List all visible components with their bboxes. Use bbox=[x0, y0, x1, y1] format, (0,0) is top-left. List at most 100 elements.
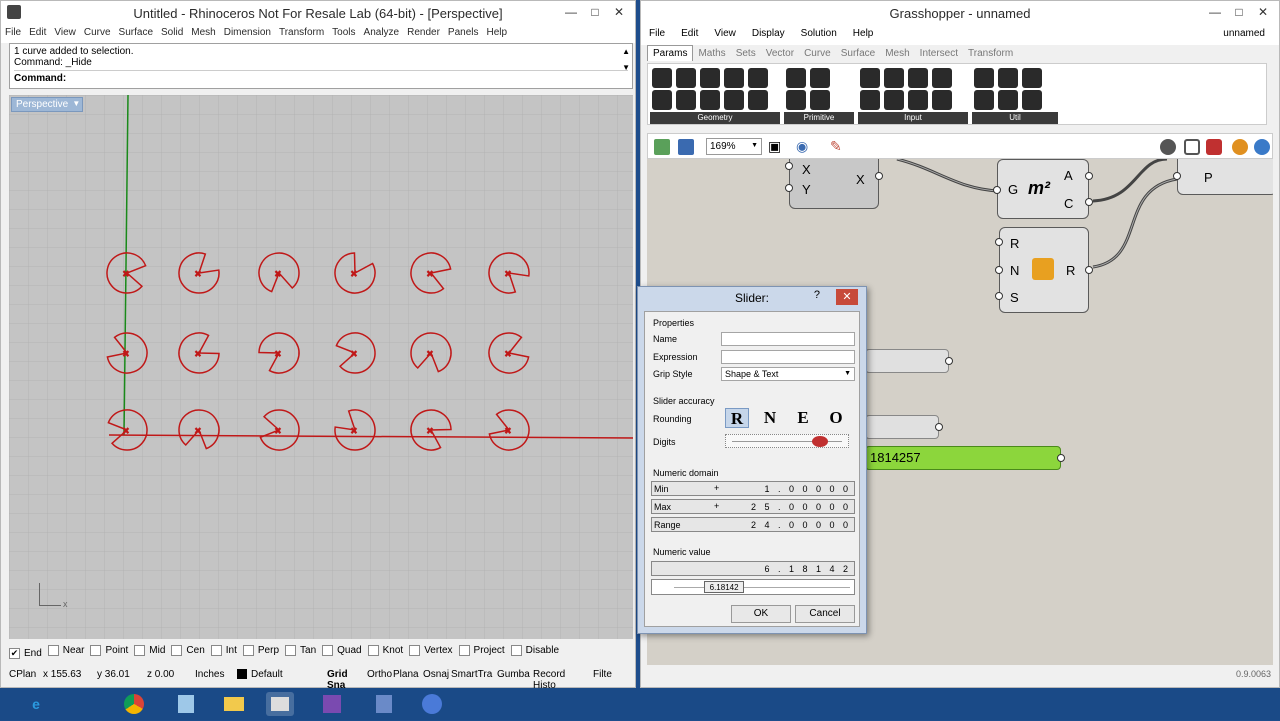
output-pin[interactable] bbox=[1085, 198, 1093, 206]
component-icon[interactable] bbox=[786, 90, 806, 110]
digits-grip[interactable] bbox=[812, 436, 828, 447]
checkbox[interactable] bbox=[47, 645, 59, 656]
checkbox[interactable] bbox=[171, 645, 183, 656]
gh-menu-solution[interactable]: Solution bbox=[793, 25, 845, 42]
menu-item-tools[interactable]: Tools bbox=[328, 25, 359, 40]
input-pin[interactable] bbox=[995, 266, 1003, 274]
menu-item-dimension[interactable]: Dimension bbox=[220, 25, 275, 40]
cancel-button[interactable]: Cancel bbox=[795, 605, 855, 623]
component-icon[interactable] bbox=[884, 90, 904, 110]
wireframe-icon[interactable] bbox=[1184, 139, 1200, 155]
save-icon[interactable] bbox=[678, 139, 694, 155]
menu-item-analyze[interactable]: Analyze bbox=[360, 25, 404, 40]
component-icon[interactable] bbox=[974, 90, 994, 110]
osnap-cen[interactable]: Cen bbox=[171, 645, 205, 656]
output-pin[interactable] bbox=[945, 357, 953, 365]
input-pin[interactable] bbox=[995, 292, 1003, 300]
osnap-project[interactable]: Project bbox=[458, 645, 505, 656]
checkbox[interactable] bbox=[458, 645, 470, 656]
component-icon[interactable] bbox=[932, 68, 952, 88]
status-toggle[interactable]: Gumba bbox=[497, 669, 530, 680]
material-icon[interactable] bbox=[1232, 139, 1248, 155]
checkbox[interactable] bbox=[409, 645, 421, 656]
value-row[interactable]: 6 . 1 8 1 4 2 bbox=[651, 561, 855, 576]
active-slider-component[interactable]: 1814257 bbox=[865, 446, 1065, 470]
tab-surface[interactable]: Surface bbox=[836, 46, 880, 61]
input-pin[interactable] bbox=[785, 184, 793, 192]
status-toggle[interactable]: Plana bbox=[393, 669, 419, 680]
ok-button[interactable]: OK bbox=[731, 605, 791, 623]
component-icon[interactable] bbox=[860, 90, 880, 110]
menu-item-transform[interactable]: Transform bbox=[275, 25, 328, 40]
component-icon[interactable] bbox=[974, 68, 994, 88]
tab-transform[interactable]: Transform bbox=[963, 46, 1018, 61]
output-pin[interactable] bbox=[1085, 172, 1093, 180]
component-icon[interactable] bbox=[748, 90, 768, 110]
component-icon[interactable] bbox=[700, 90, 720, 110]
checkbox[interactable] bbox=[285, 645, 297, 656]
gh-menu-file[interactable]: File bbox=[641, 25, 673, 42]
gh-menu-edit[interactable]: Edit bbox=[673, 25, 706, 42]
gh-minimize-button[interactable]: — bbox=[1203, 3, 1227, 21]
open-icon[interactable] bbox=[654, 139, 670, 155]
display-mode-icon[interactable] bbox=[1160, 139, 1176, 155]
checkbox[interactable] bbox=[134, 645, 146, 656]
shaded-icon[interactable] bbox=[1206, 139, 1222, 155]
menu-item-curve[interactable]: Curve bbox=[80, 25, 115, 40]
value-grip[interactable]: 6.18142 bbox=[704, 581, 745, 593]
checkbox[interactable] bbox=[510, 645, 522, 656]
tab-mesh[interactable]: Mesh bbox=[880, 46, 914, 61]
status-toggle[interactable]: Filte bbox=[593, 669, 612, 680]
menu-item-help[interactable]: Help bbox=[483, 25, 512, 40]
status-toggle[interactable]: SmartTra bbox=[451, 669, 492, 680]
tab-params[interactable]: Params bbox=[647, 45, 694, 61]
osnap-perp[interactable]: Perp bbox=[242, 645, 279, 656]
osnap-end[interactable]: ✔ End bbox=[9, 648, 42, 659]
viewport-tab[interactable]: Perspective ▼ bbox=[11, 97, 84, 112]
command-area[interactable]: 1 curve added to selection. Command: _Hi… bbox=[9, 43, 633, 89]
grasshopper-icon[interactable] bbox=[418, 692, 446, 716]
output-pin[interactable] bbox=[1057, 454, 1065, 462]
osnap-point[interactable]: Point bbox=[90, 645, 128, 656]
component-icon[interactable] bbox=[724, 90, 744, 110]
zoom-extents-icon[interactable]: ▣ bbox=[768, 139, 781, 153]
perspective-viewport[interactable]: × × × × × × × × × × × × × × × × × × Perspective ▼ x bbox=[9, 95, 633, 639]
close-button[interactable]: ✕ bbox=[607, 3, 631, 21]
value-slider[interactable]: 6.18142 bbox=[651, 579, 855, 595]
component-icon[interactable] bbox=[724, 68, 744, 88]
status-toggle[interactable]: Osnaj bbox=[423, 669, 449, 680]
component-icon[interactable] bbox=[998, 68, 1018, 88]
layer-label[interactable]: Default bbox=[251, 669, 283, 680]
component-icon[interactable] bbox=[860, 68, 880, 88]
component-icon[interactable] bbox=[676, 90, 696, 110]
expression-field[interactable] bbox=[721, 350, 855, 364]
input-pin[interactable] bbox=[1173, 172, 1181, 180]
xy-component[interactable]: X Y X bbox=[785, 159, 883, 209]
component-icon[interactable] bbox=[810, 90, 830, 110]
osnap-near[interactable]: Near bbox=[47, 645, 84, 656]
rhino-icon[interactable] bbox=[266, 692, 294, 716]
menu-item-edit[interactable]: Edit bbox=[25, 25, 50, 40]
component-icon[interactable] bbox=[652, 90, 672, 110]
component-icon[interactable] bbox=[908, 68, 928, 88]
rounding-option-n[interactable]: N bbox=[758, 408, 782, 428]
tab-curve[interactable]: Curve bbox=[799, 46, 836, 61]
menu-item-mesh[interactable]: Mesh bbox=[187, 25, 219, 40]
output-pin[interactable] bbox=[935, 423, 943, 431]
input-pin[interactable] bbox=[993, 186, 1001, 194]
input-pin[interactable] bbox=[785, 162, 793, 170]
osnap-quad[interactable]: Quad bbox=[322, 645, 362, 656]
component-icon[interactable] bbox=[884, 68, 904, 88]
render-icon[interactable] bbox=[1254, 139, 1270, 155]
random-component[interactable]: R N S R bbox=[995, 227, 1093, 313]
help-button[interactable]: ? bbox=[814, 289, 820, 301]
output-pin[interactable] bbox=[875, 172, 883, 180]
scroll-down-icon[interactable]: ▼ bbox=[622, 62, 630, 73]
osnap-tan[interactable]: Tan bbox=[285, 645, 316, 656]
digits-slider[interactable] bbox=[725, 434, 849, 448]
minimize-button[interactable]: — bbox=[559, 3, 583, 21]
grip-style-select[interactable]: Shape & Text ▼ bbox=[721, 367, 855, 381]
checkbox[interactable]: ✔ bbox=[9, 648, 20, 659]
output-pin[interactable] bbox=[1085, 266, 1093, 274]
sketch-icon[interactable]: ✎ bbox=[830, 139, 842, 153]
